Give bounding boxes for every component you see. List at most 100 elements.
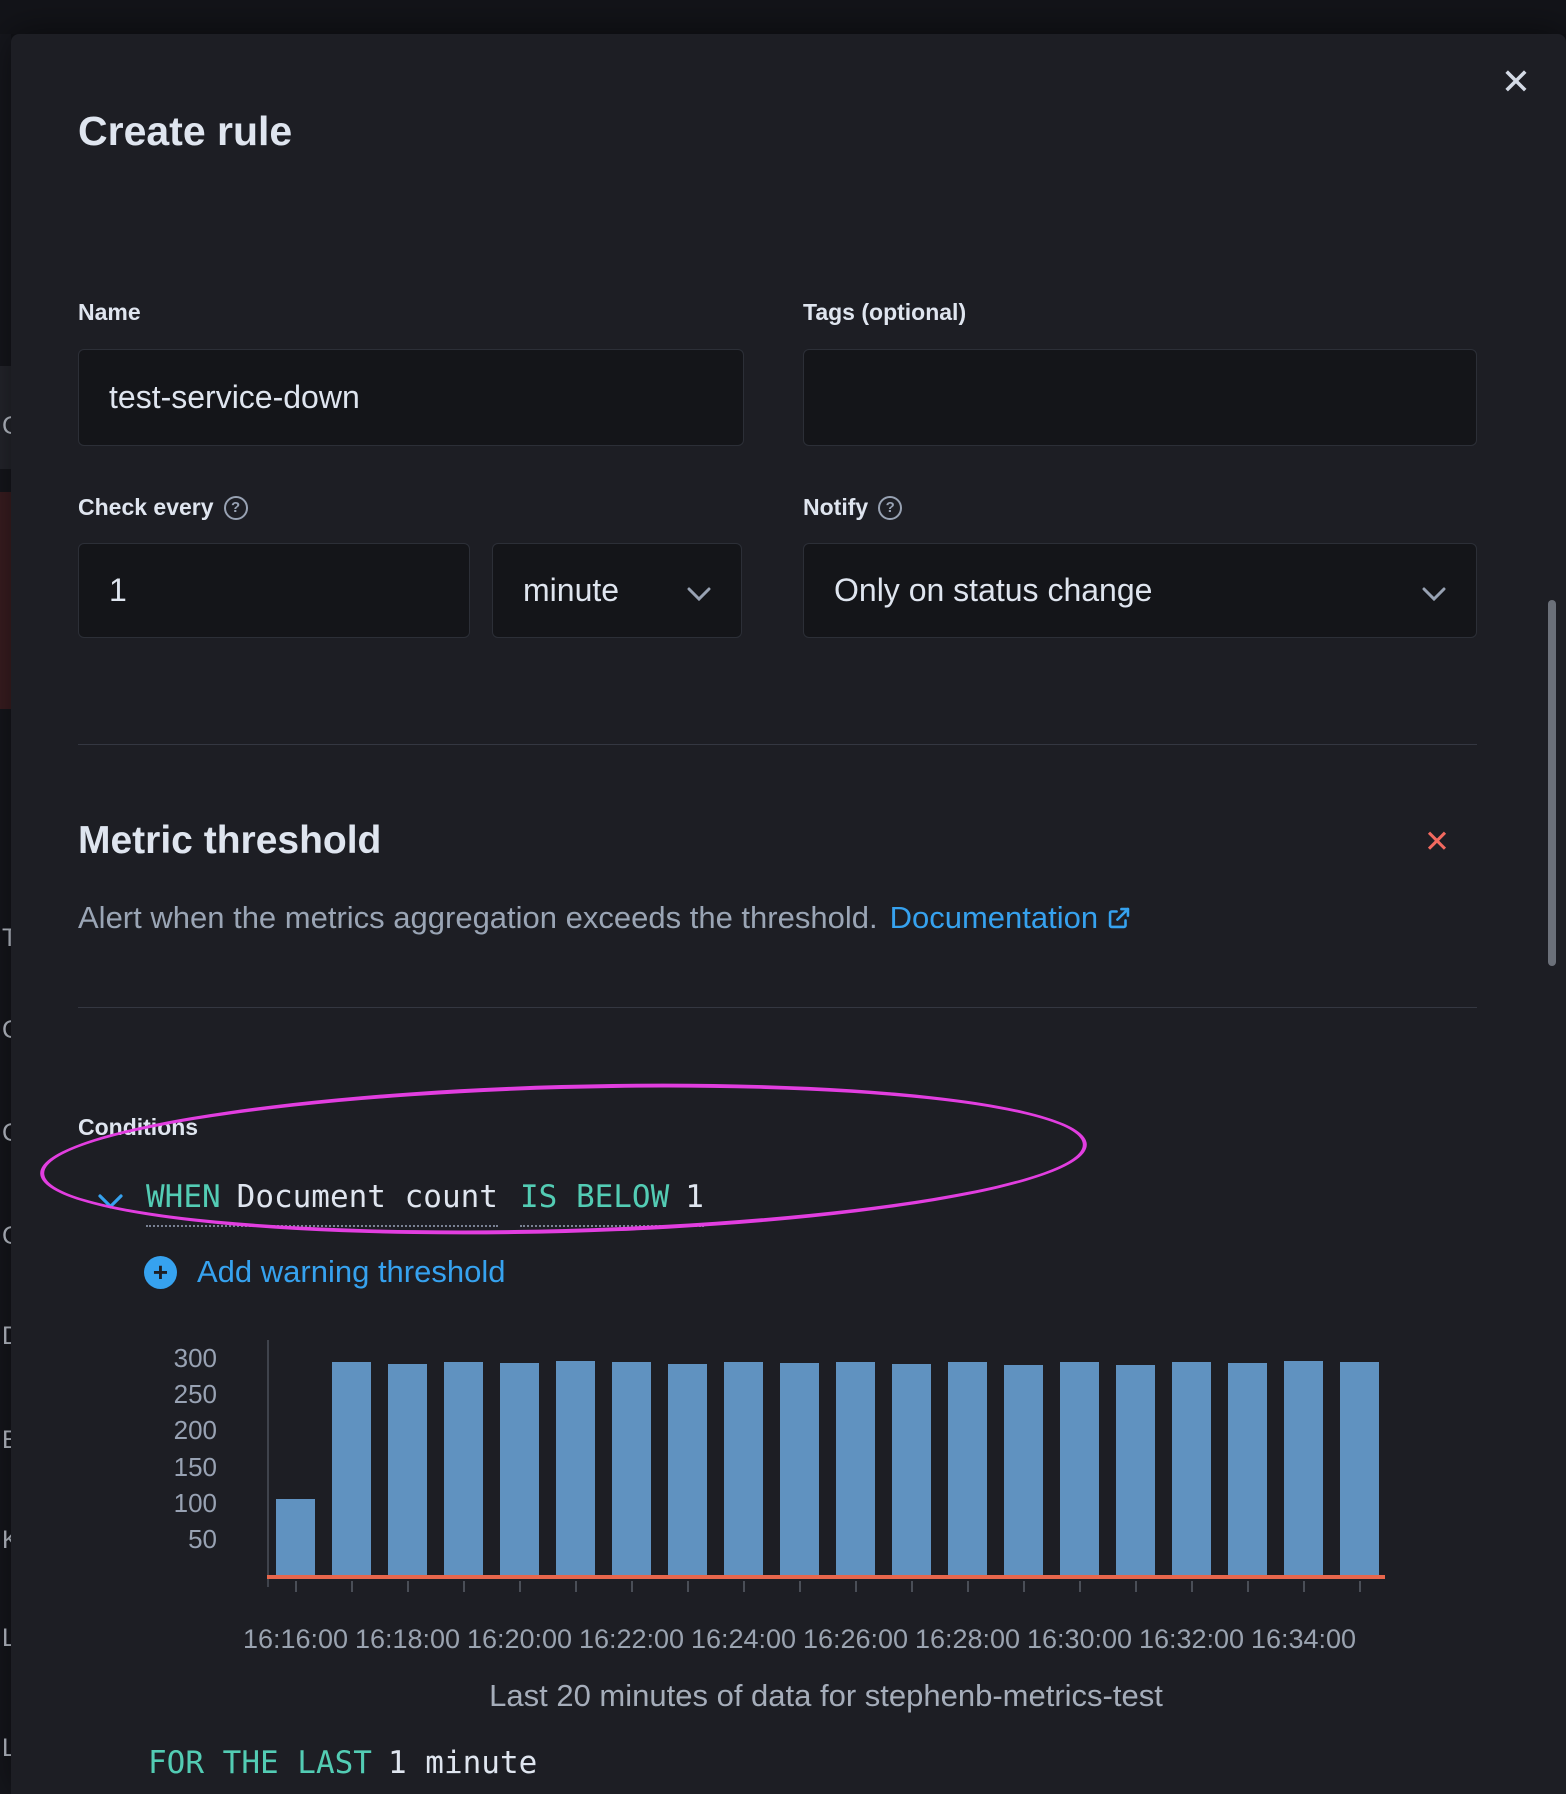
threshold-operator-expression[interactable]: IS BELOW 1 (519, 1179, 704, 1227)
external-link-icon (1106, 905, 1132, 931)
for-the-last-expression[interactable]: FOR THE LAST 1 minute (148, 1745, 537, 1781)
chart-bar (948, 1362, 987, 1575)
divider (78, 744, 1477, 745)
chart-y-tick-label: 100 (173, 1487, 217, 1518)
collapse-chevron-icon[interactable] (97, 1193, 124, 1213)
check-interval-unit-select[interactable]: minute (492, 543, 742, 638)
background-text-fragment: C (2, 1119, 11, 1148)
background-red-panel (0, 492, 11, 709)
close-icon[interactable]: ✕ (1494, 60, 1538, 104)
chart-bar (668, 1364, 707, 1575)
modal-scrollbar[interactable] (1548, 600, 1556, 966)
chart-x-tick-label: 16:34:00 (1250, 1624, 1357, 1654)
chart-threshold-line (267, 1575, 1385, 1579)
chart-x-tick-label: 16:26:00 (802, 1624, 909, 1654)
chevron-down-icon (687, 572, 711, 609)
chart-x-tick-mark (967, 1581, 969, 1592)
chart-x-tick-mark (519, 1581, 521, 1592)
chart-bar (724, 1362, 763, 1575)
chart-x-tick-mark (575, 1581, 577, 1592)
background-text-fragment: Lo (2, 1734, 11, 1762)
background-page-strip: C Ty C C C D El Ki Li Lo (0, 34, 11, 1794)
chart-bar (1172, 1362, 1211, 1575)
rule-type-title: Metric threshold (78, 819, 382, 862)
chevron-down-icon (1422, 572, 1446, 609)
background-text-fragment: D (2, 1322, 11, 1351)
documentation-link[interactable]: Documentation (890, 900, 1133, 936)
chart-x-tick-mark (1303, 1581, 1305, 1592)
chart-x-tick-mark (911, 1581, 913, 1592)
background-text-fragment: C (2, 412, 11, 441)
name-label: Name (78, 299, 141, 325)
chart-bar (500, 1363, 539, 1575)
chart-bar (444, 1362, 483, 1575)
chart-y-tick-label: 300 (173, 1343, 217, 1374)
chart-x-tick-label: 16:22:00 (578, 1624, 685, 1654)
chart-bar (276, 1499, 315, 1575)
chart-x-tick-mark (631, 1581, 633, 1592)
tags-label: Tags (optional) (803, 299, 967, 325)
conditions-heading: Conditions (78, 1114, 199, 1140)
condition-expression-row: WHEN Document count IS BELOW 1 (97, 1179, 704, 1227)
background-text-fragment: Li (2, 1624, 11, 1652)
plus-in-circle-icon: + (144, 1255, 177, 1289)
chart-bar (1004, 1365, 1043, 1575)
rule-name-input[interactable] (78, 349, 744, 446)
chart-bar (1340, 1362, 1379, 1575)
divider (78, 1007, 1477, 1008)
chart-bar (1284, 1361, 1323, 1575)
chart-bar (1116, 1365, 1155, 1575)
chart-x-tick-mark (1023, 1581, 1025, 1592)
help-icon[interactable]: ? (878, 495, 903, 520)
background-text-fragment: El (2, 1426, 11, 1454)
chart-y-tick-label: 250 (173, 1379, 217, 1410)
chart-x-tick-mark (463, 1581, 465, 1592)
chart-x-tick-mark (1247, 1581, 1249, 1592)
chart-bar (1228, 1363, 1267, 1575)
background-text-fragment: C (2, 1016, 11, 1045)
chart-x-tick-label: 16:20:00 (466, 1624, 573, 1654)
chart-x-tick-label: 16:18:00 (354, 1624, 461, 1654)
chart-bar (612, 1362, 651, 1575)
chart-x-tick-label: 16:28:00 (914, 1624, 1021, 1654)
chart-x-tick-mark (351, 1581, 353, 1592)
chart-y-tick-label: 200 (173, 1415, 217, 1446)
remove-rule-type-icon[interactable]: ✕ (1417, 822, 1457, 862)
notify-select[interactable]: Only on status change (803, 543, 1477, 638)
background-text-fragment: Ki (2, 1526, 11, 1554)
modal-title: Create rule (78, 108, 293, 154)
chart-x-tick-label: 16:32:00 (1138, 1624, 1245, 1654)
notify-label: Notify ? (803, 494, 903, 521)
chart-x-tick-mark (1135, 1581, 1137, 1592)
rule-type-description: Alert when the metrics aggregation excee… (78, 900, 1132, 936)
when-aggregation-expression[interactable]: WHEN Document count (146, 1179, 498, 1227)
chart-x-tick-mark (743, 1581, 745, 1592)
check-interval-input[interactable] (78, 543, 470, 638)
chart-bar (892, 1364, 931, 1575)
chart-y-axis (267, 1340, 269, 1587)
chart-x-tick-label: 16:30:00 (1026, 1624, 1133, 1654)
chart-x-tick-mark (295, 1581, 297, 1592)
create-rule-modal: Create rule ✕ Name Tags (optional) Check… (11, 34, 1566, 1794)
chart-x-tick-mark (407, 1581, 409, 1592)
chart-x-tick-mark (1359, 1581, 1361, 1592)
check-every-label: Check every ? (78, 494, 248, 521)
chart-bar (780, 1363, 819, 1575)
background-text-fragment: Ty (2, 924, 11, 952)
chart-caption: Last 20 minutes of data for stephenb-met… (489, 1678, 1163, 1713)
chart-x-tick-label: 16:16:00 (242, 1624, 349, 1654)
chart-x-tick-mark (1191, 1581, 1193, 1592)
chart-x-tick-mark (855, 1581, 857, 1592)
chart-bar (388, 1364, 427, 1575)
chart-y-tick-label: 150 (173, 1451, 217, 1482)
add-warning-threshold-button[interactable]: + Add warning threshold (144, 1254, 505, 1290)
chart-bar (1060, 1362, 1099, 1575)
chart-y-tick-label: 50 (188, 1523, 217, 1554)
chart-x-tick-mark (687, 1581, 689, 1592)
help-icon[interactable]: ? (223, 495, 248, 520)
chart-bar (556, 1361, 595, 1575)
tags-input[interactable] (803, 349, 1477, 446)
chart-bar (836, 1362, 875, 1575)
chart-x-tick-mark (799, 1581, 801, 1592)
chart-x-tick-label: 16:24:00 (690, 1624, 797, 1654)
